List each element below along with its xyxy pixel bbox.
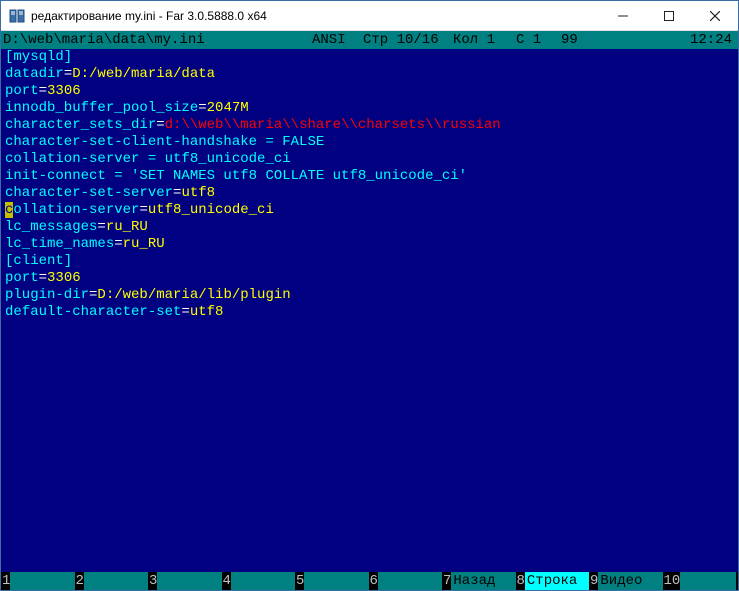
fkey-label xyxy=(304,572,368,590)
editor-token: default-character-set xyxy=(5,304,181,320)
maximize-button[interactable] xyxy=(646,1,692,31)
fkey-4[interactable]: 4 xyxy=(222,572,296,590)
editor-token: 3306 xyxy=(47,270,81,286)
editor-line[interactable]: character-set-server=utf8 xyxy=(5,185,734,202)
editor-token: utf8 xyxy=(190,304,224,320)
editor-line[interactable]: lc_time_names=ru_RU xyxy=(5,236,734,253)
editor-token: = xyxy=(97,219,105,235)
editor-line[interactable]: plugin-dir=D:/web/maria/lib/plugin xyxy=(5,287,734,304)
fkey-number: 8 xyxy=(516,572,525,590)
editor-token: ollation-server xyxy=(13,202,139,218)
editor-token: init-connect = 'SET NAMES utf8 COLLATE u… xyxy=(5,168,467,184)
fkey-label xyxy=(378,572,442,590)
editor-line[interactable]: collation-server = utf8_unicode_ci xyxy=(5,151,734,168)
editor-token: = xyxy=(64,66,72,82)
editor-token: character_sets_dir xyxy=(5,117,156,133)
editor-token: = xyxy=(39,83,47,99)
editor-token: ru_RU xyxy=(106,219,148,235)
editor-token: = xyxy=(156,117,164,133)
fkey-8[interactable]: 8Строка xyxy=(516,572,590,590)
fkey-7[interactable]: 7Назад xyxy=(442,572,516,590)
editor-line[interactable]: lc_messages=ru_RU xyxy=(5,219,734,236)
fkey-label: Строка xyxy=(525,572,589,590)
fkey-5[interactable]: 5 xyxy=(295,572,369,590)
editor-token: = xyxy=(114,236,122,252)
editor-token: ru_RU xyxy=(123,236,165,252)
editor-token: collation-server = utf8_unicode_ci xyxy=(5,151,291,167)
status-line: Стр 10/16 xyxy=(361,31,451,49)
fkey-3[interactable]: 3 xyxy=(148,572,222,590)
fkey-6[interactable]: 6 xyxy=(369,572,443,590)
minimize-button[interactable] xyxy=(600,1,646,31)
editor-token: = xyxy=(198,100,206,116)
editor-token: port xyxy=(5,270,39,286)
editor-line[interactable]: default-character-set=utf8 xyxy=(5,304,734,321)
function-key-bar: 1 2 3 4 5 6 7Назад8Строка9Видео10 xyxy=(1,572,738,590)
window-titlebar: редактирование my.ini - Far 3.0.5888.0 x… xyxy=(1,1,738,31)
status-encoding: ANSI xyxy=(310,31,361,49)
fkey-label: Назад xyxy=(451,572,515,590)
editor-token: D:/web/maria/lib/plugin xyxy=(97,287,290,303)
fkey-number: 9 xyxy=(589,572,598,590)
status-col: Кол 1 xyxy=(451,31,514,49)
editor-line[interactable]: [mysqld] xyxy=(5,49,734,66)
editor-token: D:/web/maria/data xyxy=(72,66,215,82)
editor-token: datadir xyxy=(5,66,64,82)
editor-token: = xyxy=(181,304,189,320)
editor-token: utf8 xyxy=(181,185,215,201)
editor-token: character-set-client-handshake = FALSE xyxy=(5,134,324,150)
editor-line[interactable]: collation-server=utf8_unicode_ci xyxy=(5,202,734,219)
status-filepath: D:\web\maria\data\my.ini xyxy=(1,31,310,49)
fkey-label xyxy=(84,572,148,590)
fkey-2[interactable]: 2 xyxy=(75,572,149,590)
fkey-number: 4 xyxy=(222,572,231,590)
editor-line[interactable]: character-set-client-handshake = FALSE xyxy=(5,134,734,151)
editor-token: lc_messages xyxy=(5,219,97,235)
fkey-number: 2 xyxy=(75,572,84,590)
fkey-1[interactable]: 1 xyxy=(1,572,75,590)
editor-line[interactable]: datadir=D:/web/maria/data xyxy=(5,66,734,83)
status-time: 12:24 xyxy=(658,31,738,49)
editor-token: lc_time_names xyxy=(5,236,114,252)
editor-token: utf8_unicode_ci xyxy=(148,202,274,218)
fkey-number: 7 xyxy=(442,572,451,590)
fkey-9[interactable]: 9Видео xyxy=(589,572,663,590)
fkey-number: 5 xyxy=(295,572,304,590)
fkey-label xyxy=(157,572,221,590)
status-char: С 1 xyxy=(514,31,559,49)
fkey-label: Видео xyxy=(598,572,662,590)
fkey-10[interactable]: 10 xyxy=(663,572,737,590)
editor-token: innodb_buffer_pool_size xyxy=(5,100,198,116)
editor-token: port xyxy=(5,83,39,99)
fkey-number: 3 xyxy=(148,572,157,590)
editor-token: = xyxy=(139,202,147,218)
editor-line[interactable]: [client] xyxy=(5,253,734,270)
window-title: редактирование my.ini - Far 3.0.5888.0 x… xyxy=(31,9,600,23)
editor-token: [client] xyxy=(5,253,72,269)
status-code: 99 xyxy=(559,31,658,49)
fkey-label xyxy=(680,572,736,590)
app-icon xyxy=(9,8,25,24)
editor-token: character-set-server xyxy=(5,185,173,201)
fkey-label xyxy=(10,572,74,590)
editor-viewport[interactable]: [mysqld]datadir=D:/web/maria/dataport=33… xyxy=(1,49,738,572)
fkey-number: 1 xyxy=(1,572,10,590)
editor-line[interactable]: port=3306 xyxy=(5,270,734,287)
editor-token: 3306 xyxy=(47,83,81,99)
fkey-number: 10 xyxy=(663,572,681,590)
editor-token: = xyxy=(39,270,47,286)
editor-status-bar: D:\web\maria\data\my.ini ANSI Стр 10/16 … xyxy=(1,31,738,49)
editor-token: plugin-dir xyxy=(5,287,89,303)
editor-token: 2047M xyxy=(207,100,249,116)
fkey-number: 6 xyxy=(369,572,378,590)
close-button[interactable] xyxy=(692,1,738,31)
editor-token: d:\\web\\maria\\share\\charsets\\russian xyxy=(165,117,501,133)
editor-line[interactable]: port=3306 xyxy=(5,83,734,100)
editor-line[interactable]: character_sets_dir=d:\\web\\maria\\share… xyxy=(5,117,734,134)
editor-line[interactable]: innodb_buffer_pool_size=2047M xyxy=(5,100,734,117)
fkey-label xyxy=(231,572,295,590)
editor-line[interactable]: init-connect = 'SET NAMES utf8 COLLATE u… xyxy=(5,168,734,185)
editor-token: [mysqld] xyxy=(5,49,72,65)
